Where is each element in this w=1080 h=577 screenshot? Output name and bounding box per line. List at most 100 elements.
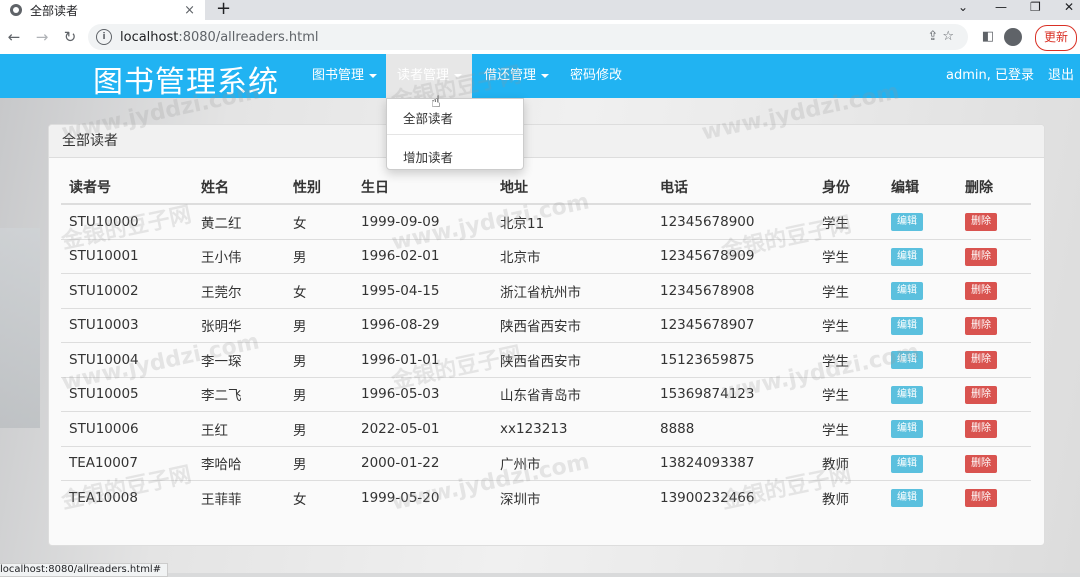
delete-button[interactable]: 删除 bbox=[965, 316, 997, 335]
reader-address: 深圳市 bbox=[492, 480, 652, 515]
reader-address: 广州市 bbox=[492, 445, 652, 481]
edit-button[interactable]: 编辑 bbox=[891, 489, 923, 508]
address-bar[interactable]: i localhost:8080/allreaders.html ⇪ ☆ bbox=[88, 24, 968, 50]
caret-down-icon bbox=[541, 73, 550, 78]
url-text: localhost:8080/allreaders.html bbox=[120, 29, 319, 45]
col-header-name: 姓名 bbox=[193, 171, 285, 205]
back-icon[interactable]: ← bbox=[0, 28, 28, 46]
delete-button[interactable]: 删除 bbox=[965, 247, 997, 266]
browser-tab[interactable]: 全部读者 × bbox=[0, 0, 205, 20]
new-tab-button[interactable]: + bbox=[216, 0, 231, 19]
edit-cell: 编辑 bbox=[883, 307, 957, 343]
reader-id: STU10002 bbox=[61, 273, 193, 308]
edit-button[interactable]: 编辑 bbox=[891, 247, 923, 266]
minimize-icon[interactable]: — bbox=[995, 0, 1007, 14]
reload-icon[interactable]: ↻ bbox=[56, 28, 84, 46]
reader-birth: 1995-04-15 bbox=[353, 273, 492, 308]
edit-cell: 编辑 bbox=[883, 203, 957, 239]
sidebar-icon[interactable]: ◧ bbox=[980, 29, 996, 45]
reader-sex: 男 bbox=[285, 307, 353, 343]
delete-button[interactable]: 删除 bbox=[965, 282, 997, 301]
edit-button[interactable]: 编辑 bbox=[891, 454, 923, 473]
reader-birth: 1996-02-01 bbox=[353, 238, 492, 274]
col-header-address: 地址 bbox=[492, 171, 652, 205]
reader-id: STU10000 bbox=[61, 203, 193, 239]
delete-button[interactable]: 删除 bbox=[965, 489, 997, 508]
dropdown-item-add-reader[interactable]: 增加读者 bbox=[403, 147, 453, 166]
delete-button[interactable]: 删除 bbox=[965, 454, 997, 473]
delete-cell: 删除 bbox=[957, 307, 1031, 343]
delete-button[interactable]: 删除 bbox=[965, 420, 997, 439]
reader-sex: 男 bbox=[285, 342, 353, 377]
restore-icon[interactable]: ❐ bbox=[1030, 0, 1041, 14]
reader-birth: 1999-05-20 bbox=[353, 480, 492, 515]
reader-name: 王红 bbox=[193, 411, 285, 446]
profile-avatar[interactable] bbox=[1004, 28, 1022, 46]
menu-book-management[interactable]: 图书管理 bbox=[312, 54, 378, 98]
delete-button[interactable]: 删除 bbox=[965, 385, 997, 404]
browser-tabstrip: 全部读者 × + ⌄ — ❐ ✕ bbox=[0, 0, 1080, 20]
delete-button[interactable]: 删除 bbox=[965, 351, 997, 370]
reader-sex: 女 bbox=[285, 480, 353, 515]
table-header-row: 读者号 姓名 性别 生日 地址 电话 身份 编辑 删除 bbox=[61, 171, 1031, 205]
delete-cell: 删除 bbox=[957, 445, 1031, 481]
logout-link[interactable]: 退出 bbox=[1048, 54, 1074, 98]
reader-role: 学生 bbox=[814, 342, 883, 377]
reader-phone: 12345678909 bbox=[652, 238, 814, 274]
delete-cell: 删除 bbox=[957, 238, 1031, 274]
dropdown-item-all-readers[interactable]: 全部读者 bbox=[403, 108, 453, 127]
tab-close-icon[interactable]: × bbox=[184, 3, 195, 18]
reader-role: 学生 bbox=[814, 376, 883, 412]
update-button[interactable]: 更新 bbox=[1035, 25, 1078, 51]
reader-name: 李一琛 bbox=[193, 342, 285, 377]
edit-cell: 编辑 bbox=[883, 411, 957, 446]
reader-name: 王莞尔 bbox=[193, 273, 285, 308]
reader-address: 陕西省西安市 bbox=[492, 307, 652, 343]
app-navbar: 图书管理系统 图书管理 读者管理 借还管理 密码修改 admin, 已登录 退出 bbox=[0, 54, 1080, 101]
reader-birth: 1996-08-29 bbox=[353, 307, 492, 343]
edit-button[interactable]: 编辑 bbox=[891, 316, 923, 335]
share-icon[interactable]: ⇪ ☆ bbox=[927, 29, 954, 44]
edit-button[interactable]: 编辑 bbox=[891, 213, 923, 232]
readers-panel: 全部读者 读者号 姓名 性别 生日 地址 电话 身份 编辑 删除 STU1000… bbox=[48, 124, 1045, 546]
edit-button[interactable]: 编辑 bbox=[891, 351, 923, 370]
tab-title: 全部读者 bbox=[30, 3, 79, 18]
reader-role: 学生 bbox=[814, 203, 883, 239]
reader-id: STU10005 bbox=[61, 376, 193, 412]
reader-address: 浙江省杭州市 bbox=[492, 273, 652, 308]
forward-icon[interactable]: → bbox=[28, 28, 56, 46]
reader-birth: 2000-01-22 bbox=[353, 445, 492, 481]
reader-id: STU10001 bbox=[61, 238, 193, 274]
table-row: STU10004 李一琛男 1996-01-01 陕西省西安市 15123659875 学… bbox=[61, 342, 1031, 377]
reader-phone: 13900232466 bbox=[652, 480, 814, 515]
edit-button[interactable]: 编辑 bbox=[891, 385, 923, 404]
menu-reader-management[interactable]: 读者管理 bbox=[386, 54, 472, 98]
menu-password-change[interactable]: 密码修改 bbox=[570, 54, 622, 98]
delete-cell: 删除 bbox=[957, 342, 1031, 377]
tab-search-icon[interactable]: ⌄ bbox=[958, 0, 968, 14]
table-row: STU10001 王小伟男 1996-02-01 北京市 12345678909 学生 编辑… bbox=[61, 238, 1031, 274]
caret-down-icon bbox=[454, 73, 463, 78]
reader-phone: 15369874123 bbox=[652, 376, 814, 412]
edit-button[interactable]: 编辑 bbox=[891, 420, 923, 439]
edit-button[interactable]: 编辑 bbox=[891, 282, 923, 301]
reader-sex: 女 bbox=[285, 203, 353, 239]
reader-name: 黄二红 bbox=[193, 203, 285, 239]
reader-birth: 1999-09-09 bbox=[353, 203, 492, 239]
logged-in-user[interactable]: admin, 已登录 bbox=[946, 54, 1034, 98]
edit-cell: 编辑 bbox=[883, 342, 957, 377]
reader-phone: 15123659875 bbox=[652, 342, 814, 377]
menu-borrow-management[interactable]: 借还管理 bbox=[484, 54, 550, 98]
delete-button[interactable]: 删除 bbox=[965, 213, 997, 232]
reader-role: 学生 bbox=[814, 307, 883, 343]
site-info-icon[interactable]: i bbox=[96, 29, 112, 45]
edit-cell: 编辑 bbox=[883, 445, 957, 481]
reader-name: 王小伟 bbox=[193, 238, 285, 274]
reader-birth: 1996-05-03 bbox=[353, 376, 492, 412]
reader-phone: 12345678907 bbox=[652, 307, 814, 343]
background-image bbox=[0, 228, 40, 428]
reader-id: TEA10008 bbox=[61, 480, 193, 515]
brand-title[interactable]: 图书管理系统 bbox=[93, 57, 279, 101]
reader-name: 张明华 bbox=[193, 307, 285, 343]
window-close-icon[interactable]: ✕ bbox=[1064, 0, 1074, 14]
